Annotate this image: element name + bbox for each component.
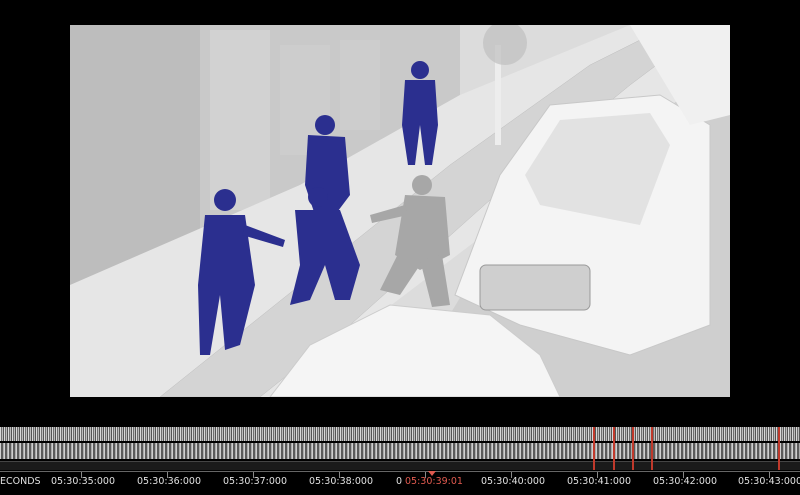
tick-label: 05:30:35:000 <box>51 476 115 487</box>
video-timeline[interactable]: ECONDS 05:30:35:000 05:30:36:000 05:30:3… <box>0 425 800 495</box>
timeline-labels: ECONDS 05:30:35:000 05:30:36:000 05:30:3… <box>0 476 800 490</box>
timeline-track-empty[interactable] <box>0 461 800 470</box>
event-marker[interactable] <box>778 427 780 470</box>
timeline-track-audio[interactable] <box>0 427 800 441</box>
event-marker[interactable] <box>613 427 615 470</box>
tick-label: 0 <box>396 476 403 487</box>
building-window <box>340 40 380 130</box>
event-marker[interactable] <box>651 427 653 470</box>
tick-label: 05:30:42:000 <box>653 476 717 487</box>
suv-grille <box>479 264 591 311</box>
scene-render <box>70 25 730 397</box>
tick-label: 05:30:41:000 <box>567 476 631 487</box>
event-marker[interactable] <box>632 427 634 470</box>
tick-label: 05:30:43:000 <box>738 476 800 487</box>
units-label: ECONDS <box>0 476 41 487</box>
tick-label: 05:30:38:000 <box>309 476 373 487</box>
3d-reconstruction-viewport <box>70 25 730 397</box>
tree-canopy <box>483 25 527 65</box>
event-marker[interactable] <box>593 427 595 470</box>
current-time-label: 05:30:39:01 <box>405 476 463 487</box>
tick-label: 05:30:40:000 <box>481 476 545 487</box>
timeline-track-video[interactable] <box>0 443 800 459</box>
building-door <box>210 30 270 210</box>
tick-label: 05:30:37:000 <box>223 476 287 487</box>
tick-label: 05:30:36:000 <box>137 476 201 487</box>
